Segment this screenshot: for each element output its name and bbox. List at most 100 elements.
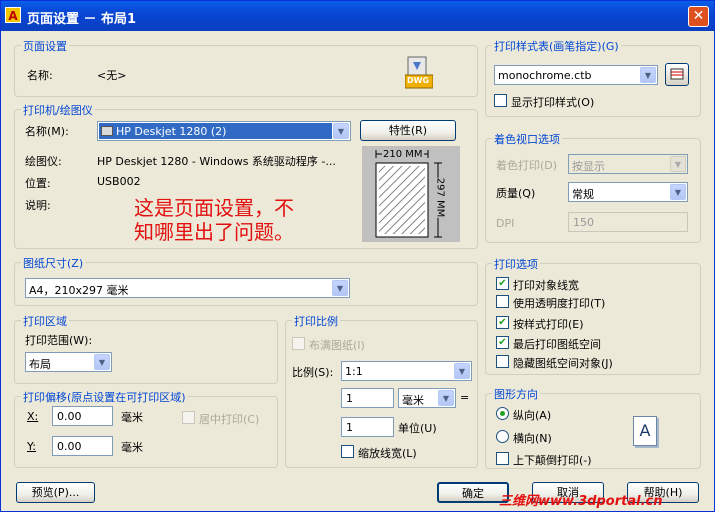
plot-option-checkbox[interactable]: ✔ 打印对象线宽 bbox=[496, 276, 686, 292]
offset-x-label: X: bbox=[27, 410, 39, 423]
scale-value2-input[interactable]: 1 bbox=[341, 417, 394, 437]
portrait-radio-dot bbox=[496, 407, 509, 420]
dpi-value: 150 bbox=[573, 216, 594, 229]
center-plot-checkbox[interactable]: 居中打印(C) bbox=[182, 410, 282, 426]
upside-down-box bbox=[496, 452, 509, 465]
shade-plot-select[interactable]: 按显示 ▼ bbox=[568, 154, 688, 174]
plot-style-select[interactable]: monochrome.ctb ▼ bbox=[494, 65, 658, 85]
plot-option-box bbox=[496, 295, 509, 308]
chevron-down-icon: ▼ bbox=[454, 363, 470, 379]
plot-option-label: 使用透明度打印(T) bbox=[513, 297, 606, 310]
scale-unit-select[interactable]: 毫米 ▼ bbox=[398, 388, 456, 408]
scale-select[interactable]: 1:1 ▼ bbox=[341, 361, 472, 381]
plot-offset-group: 打印偏移(原点设置在可打印区域) X: 0.00 毫米 居中打印(C) Y: 0… bbox=[14, 389, 278, 468]
equals-sign: = bbox=[460, 391, 470, 404]
plot-offset-group-title: 打印偏移(原点设置在可打印区域) bbox=[21, 389, 188, 405]
plot-options-group: 打印选项 ✔ 打印对象线宽 使用透明度打印(T) ✔ 按样式打印(E) ✔ 最后… bbox=[485, 256, 701, 375]
page-glyph: A bbox=[639, 421, 651, 440]
fit-to-paper-label: 布满图纸(I) bbox=[309, 339, 365, 352]
annotation-note: 这是页面设置，不 知哪里出了问题。 bbox=[134, 196, 294, 244]
printer-name-select[interactable]: HP Deskjet 1280 (2) ▼ bbox=[97, 121, 351, 141]
plot-option-box bbox=[496, 355, 509, 368]
site-watermark: 三维网www.3dportal.cn bbox=[499, 494, 663, 509]
quality-label: 质量(Q) bbox=[496, 187, 536, 200]
chevron-down-icon: ▼ bbox=[94, 354, 110, 370]
upside-down-checkbox[interactable]: 上下颠倒打印(-) bbox=[496, 451, 626, 467]
window-title: 页面设置 － 布局1 bbox=[27, 12, 137, 27]
plot-range-label: 打印范围(W): bbox=[25, 334, 93, 347]
plot-option-label: 打印对象线宽 bbox=[513, 279, 579, 292]
plot-option-label: 按样式打印(E) bbox=[513, 318, 584, 331]
page-setup-dialog: A 页面设置 － 布局1 ✕ 页面设置 名称: <无> DWG 打印机/绘图仪 … bbox=[0, 0, 715, 512]
preview-height-label: 297 MM bbox=[434, 177, 446, 218]
preview-button[interactable]: 预览(P)... bbox=[16, 482, 95, 503]
plot-option-box: ✔ bbox=[496, 316, 509, 329]
plot-style-table-group: 打印样式表(画笔指定)(G) monochrome.ctb ▼ 显示打印样式(O… bbox=[485, 38, 701, 117]
paper-size-select[interactable]: A4，210x297 毫米 ▼ bbox=[25, 278, 350, 298]
offset-y-input[interactable]: 0.00 bbox=[52, 436, 113, 456]
dpi-input[interactable]: 150 bbox=[568, 212, 688, 232]
plot-range-value: 布局 bbox=[29, 358, 51, 371]
offset-y-label: Y: bbox=[27, 440, 36, 453]
description-label: 说明: bbox=[25, 199, 51, 212]
printer-name-label: 名称(M): bbox=[25, 125, 69, 138]
page-setup-name-label: 名称: bbox=[27, 69, 53, 82]
upside-down-label: 上下颠倒打印(-) bbox=[513, 454, 592, 467]
chevron-down-icon: ▼ bbox=[438, 390, 454, 406]
offset-x-unit: 毫米 bbox=[121, 411, 143, 424]
scale-unit-value: 毫米 bbox=[402, 394, 424, 407]
scale-value1: 1 bbox=[346, 392, 353, 405]
title-bar[interactable]: A 页面设置 － 布局1 ✕ bbox=[1, 1, 714, 31]
center-plot-box bbox=[182, 411, 195, 424]
offset-y-unit: 毫米 bbox=[121, 441, 143, 454]
portrait-radio[interactable]: 纵向(A) bbox=[496, 406, 576, 422]
preview-width-label: 210 MM bbox=[382, 149, 424, 160]
plot-range-select[interactable]: 布局 ▼ bbox=[25, 352, 112, 372]
printer-small-icon bbox=[101, 126, 113, 136]
chevron-down-icon: ▼ bbox=[332, 280, 348, 296]
fit-to-paper-checkbox[interactable]: 布满图纸(I) bbox=[292, 336, 392, 352]
plot-option-checkbox[interactable]: ✔ 按样式打印(E) bbox=[496, 315, 686, 331]
scale-lineweights-label: 缩放线宽(L) bbox=[358, 447, 417, 460]
paper-size-group-title: 图纸尺寸(Z) bbox=[21, 255, 86, 271]
plotter-label: 绘图仪: bbox=[25, 155, 62, 168]
location-label: 位置: bbox=[25, 177, 51, 190]
printer-properties-button[interactable]: 特性(R) bbox=[360, 120, 456, 141]
scale-label: 比例(S): bbox=[292, 366, 334, 379]
orientation-group-title: 图形方向 bbox=[492, 386, 540, 402]
plot-option-checkbox[interactable]: 隐藏图纸空间对象(J) bbox=[496, 354, 686, 370]
printer-group-title: 打印机/绘图仪 bbox=[21, 102, 95, 118]
plot-option-checkbox[interactable]: ✔ 最后打印图纸空间 bbox=[496, 335, 686, 351]
scale-value2: 1 bbox=[346, 421, 353, 434]
display-plot-styles-box bbox=[494, 94, 507, 107]
portrait-page-icon: A bbox=[633, 416, 657, 446]
plot-option-box: ✔ bbox=[496, 277, 509, 290]
offset-y-value: 0.00 bbox=[57, 440, 82, 453]
shaded-viewport-group: 着色视口选项 着色打印(D) 按显示 ▼ 质量(Q) 常规 ▼ DPI 150 bbox=[485, 131, 701, 243]
shade-plot-label: 着色打印(D) bbox=[496, 159, 558, 172]
paper-size-group: 图纸尺寸(Z) A4，210x297 毫米 ▼ bbox=[14, 255, 478, 306]
plot-option-label: 最后打印图纸空间 bbox=[513, 338, 601, 351]
shaded-viewport-group-title: 着色视口选项 bbox=[492, 131, 562, 147]
quality-select[interactable]: 常规 ▼ bbox=[568, 182, 688, 202]
close-icon[interactable]: ✕ bbox=[688, 6, 709, 27]
plot-area-group: 打印区域 打印范围(W): 布局 ▼ bbox=[14, 313, 278, 384]
plot-style-value: monochrome.ctb bbox=[498, 69, 592, 82]
display-plot-styles-checkbox[interactable]: 显示打印样式(O) bbox=[494, 93, 614, 109]
scale-lineweights-checkbox[interactable]: 缩放线宽(L) bbox=[341, 444, 441, 460]
edit-plot-style-button[interactable] bbox=[665, 63, 689, 86]
dwg-import-icon[interactable]: DWG bbox=[404, 56, 434, 90]
plot-option-checkbox[interactable]: 使用透明度打印(T) bbox=[496, 294, 686, 310]
landscape-label: 横向(N) bbox=[513, 432, 552, 445]
chevron-down-icon: ▼ bbox=[333, 123, 349, 139]
plot-area-group-title: 打印区域 bbox=[21, 313, 69, 329]
landscape-radio[interactable]: 横向(N) bbox=[496, 429, 576, 445]
autocad-app-icon: A bbox=[5, 7, 21, 23]
orientation-group: 图形方向 纵向(A) 横向(N) 上下颠倒打印(-) A bbox=[485, 386, 701, 469]
chevron-down-icon: ▼ bbox=[670, 156, 686, 172]
plot-scale-group-title: 打印比例 bbox=[292, 313, 340, 329]
portrait-label: 纵向(A) bbox=[513, 409, 552, 422]
scale-value1-input[interactable]: 1 bbox=[341, 388, 394, 408]
offset-x-input[interactable]: 0.00 bbox=[52, 406, 113, 426]
plot-option-box: ✔ bbox=[496, 336, 509, 349]
